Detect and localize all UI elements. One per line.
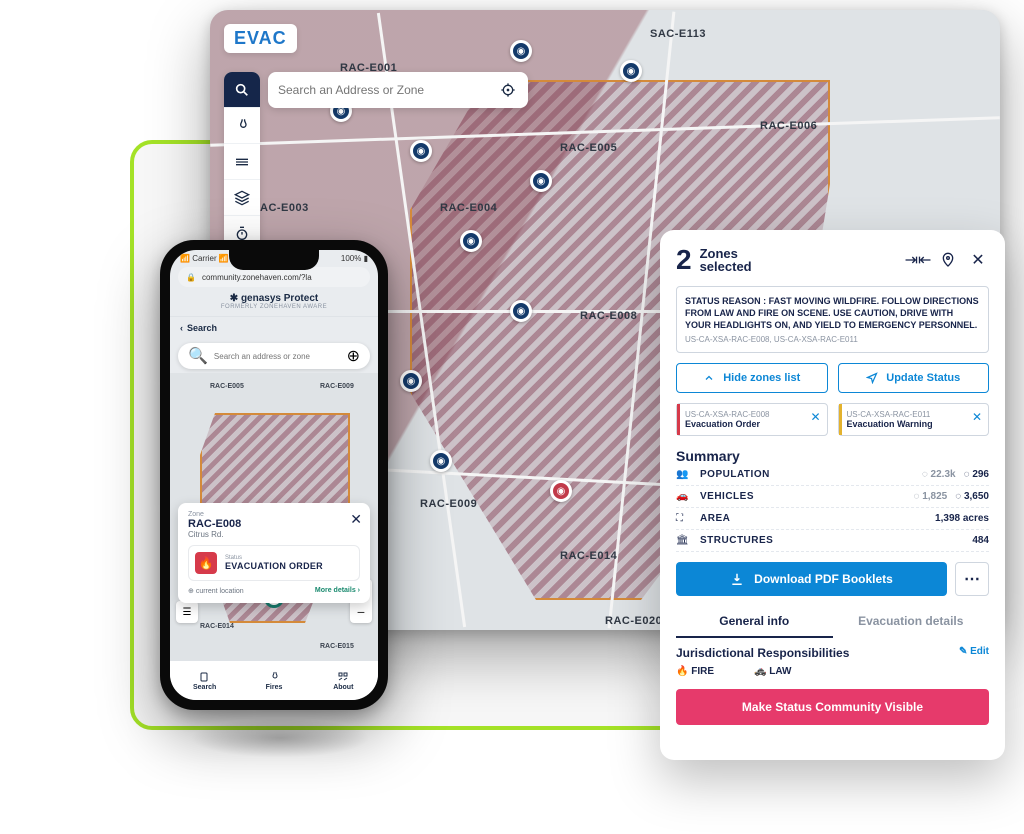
search-tool[interactable] — [224, 72, 260, 108]
chip-remove-icon[interactable]: ✕ — [972, 410, 982, 424]
zone-chip-e008[interactable]: US-CA-XSA-RAC-E008Evacuation Order ✕ — [676, 403, 828, 436]
zone-label: SAC-E113 — [650, 28, 706, 40]
poi-marker[interactable]: ◉ — [510, 300, 532, 322]
locate-icon[interactable]: ⊕ — [347, 346, 360, 366]
summary-row-area: ⛶ AREA 1,398 acres — [676, 508, 989, 530]
poi-marker[interactable]: ◉ — [460, 230, 482, 252]
carrier-label: 📶 Carrier 📶 — [180, 254, 229, 263]
zone-label: RAC-E006 — [760, 120, 817, 132]
poi-marker[interactable]: ◉ — [430, 450, 452, 472]
back-button[interactable]: ‹ Search — [170, 317, 378, 339]
edit-link[interactable]: ✎ Edit — [959, 646, 989, 657]
current-location-link[interactable]: ⊕ current location — [188, 587, 244, 595]
more-details-link[interactable]: More details › — [315, 587, 360, 595]
make-visible-button[interactable]: Make Status Community Visible — [676, 689, 989, 725]
close-icon[interactable]: ✕ — [967, 249, 989, 271]
list-toggle[interactable]: ☰ — [176, 601, 198, 623]
card-zone-label: Zone — [188, 511, 360, 518]
area-icon: ⛶ — [676, 513, 694, 524]
summary-row-population: 👥 POPULATION ◌ 22.3k ◌ 296 — [676, 464, 989, 486]
poi-alert-marker[interactable]: ◉ — [550, 480, 572, 502]
status-reason-codes: US-CA-XSA-RAC-E008, US-CA-XSA-RAC-E011 — [685, 335, 980, 344]
car-icon: 🚗 — [676, 491, 694, 502]
zone-label: AC-E003 — [260, 202, 309, 214]
poi-marker[interactable]: ◉ — [400, 370, 422, 392]
zone-chip-e011[interactable]: US-CA-XSA-RAC-E011Evacuation Warning ✕ — [838, 403, 990, 436]
zone-label: RAC-E009 — [320, 383, 354, 390]
zone-card[interactable]: Zone RAC-E008 Citrus Rd. ✕ 🔥 Status EVAC… — [178, 503, 370, 603]
zone-count: 2 — [676, 244, 692, 276]
card-zone-street: Citrus Rd. — [188, 530, 360, 539]
zone-label: RAC-E005 — [560, 142, 617, 154]
selected-word: selected — [700, 260, 752, 273]
phone-bottom-nav: Search Fires About — [170, 660, 378, 700]
phone-map[interactable]: RAC-E005 RAC-E009 RAC-E014 RAC-E015 ☰ +−… — [170, 373, 378, 663]
zone-label: RAC-E020 — [605, 615, 662, 627]
building-icon: 🏛 — [676, 535, 694, 546]
poi-marker[interactable]: ◉ — [620, 60, 642, 82]
lock-icon: 🔒 — [186, 273, 196, 282]
jurisdictional-row: 🔥 FIRE 🚓 LAW — [676, 666, 989, 677]
tab-general-info[interactable]: General info — [676, 606, 833, 638]
zone-label: RAC-E009 — [420, 498, 477, 510]
hide-zones-button[interactable]: Hide zones list — [676, 363, 828, 393]
phone-notch — [229, 250, 319, 270]
card-close-icon[interactable]: ✕ — [350, 511, 362, 528]
zone-label: RAC-E005 — [210, 383, 244, 390]
locate-icon[interactable] — [498, 80, 518, 100]
phone-screen: 📶 Carrier 📶 100% ▮ 🔒 community.zonehaven… — [170, 250, 378, 700]
search-bar[interactable] — [268, 72, 528, 108]
search-input[interactable] — [278, 83, 490, 97]
tab-evacuation-details[interactable]: Evacuation details — [833, 606, 990, 638]
summary-heading: Summary — [676, 448, 989, 464]
zone-label: RAC-E015 — [320, 643, 354, 650]
zone-label: RAC-E014 — [560, 550, 617, 562]
search-icon: 🔍 — [188, 346, 208, 366]
poi-marker[interactable]: ◉ — [510, 40, 532, 62]
phone-device: 📶 Carrier 📶 100% ▮ 🔒 community.zonehaven… — [160, 240, 388, 710]
app-logo: EVAC — [224, 24, 297, 53]
status-reason-box: STATUS REASON : FAST MOVING WILDFIRE. FO… — [676, 286, 989, 353]
layers-tool[interactable] — [224, 144, 260, 180]
more-button[interactable]: ⋯ — [955, 562, 989, 596]
update-status-button[interactable]: Update Status — [838, 363, 990, 393]
phone-shadow — [190, 718, 370, 758]
nav-fires[interactable]: Fires — [239, 661, 308, 700]
collapse-icon[interactable]: ⇥⇤ — [907, 249, 929, 271]
phone-search-bar[interactable]: 🔍 ⊕ — [178, 343, 370, 369]
download-pdf-button[interactable]: Download PDF Booklets — [676, 562, 947, 596]
zones-panel: 2 Zones selected ⇥⇤ ✕ STATUS REASON : FA… — [660, 230, 1005, 760]
summary-row-structures: 🏛 STRUCTURES 484 — [676, 530, 989, 552]
zone-label: RAC-E014 — [200, 623, 234, 630]
jurisdictional-heading: Jurisdictional Responsibilities ✎ Edit — [676, 646, 989, 660]
zone-label: RAC-E004 — [440, 202, 497, 214]
status-reason-text: STATUS REASON : FAST MOVING WILDFIRE. FO… — [685, 295, 980, 331]
phone-url-bar[interactable]: 🔒 community.zonehaven.com/?la — [178, 267, 370, 287]
pin-icon[interactable] — [937, 249, 959, 271]
nav-search[interactable]: Search — [170, 661, 239, 700]
phone-search-input[interactable] — [214, 352, 341, 361]
fire-tool[interactable] — [224, 108, 260, 144]
fire-icon: 🔥 — [195, 552, 217, 574]
fire-icon: 🔥 — [676, 666, 688, 677]
people-icon: 👥 — [676, 469, 694, 480]
url-text: community.zonehaven.com/?la — [202, 273, 312, 282]
phone-brand: ✱ genasys Protect FORMERLY ZONEHAVEN AWA… — [170, 289, 378, 316]
nav-about[interactable]: About — [309, 661, 378, 700]
poi-marker[interactable]: ◉ — [530, 170, 552, 192]
stack-tool[interactable] — [224, 180, 260, 216]
chip-remove-icon[interactable]: ✕ — [810, 410, 820, 424]
battery-label: 100% ▮ — [341, 254, 368, 263]
summary-row-vehicles: 🚗 VEHICLES ◌ 1,825 ◌ 3,650 — [676, 486, 989, 508]
card-zone-name: RAC-E008 — [188, 518, 360, 530]
card-status-box: 🔥 Status EVACUATION ORDER — [188, 545, 360, 581]
zoom-out[interactable]: − — [350, 601, 372, 623]
zone-label: RAC-E008 — [580, 310, 637, 322]
law-icon: 🚓 — [754, 666, 766, 677]
poi-marker[interactable]: ◉ — [410, 140, 432, 162]
